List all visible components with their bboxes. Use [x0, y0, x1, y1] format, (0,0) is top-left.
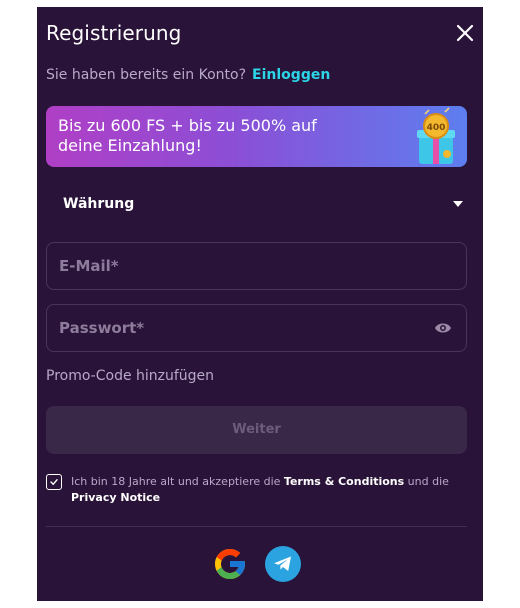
chevron-down-icon [453, 201, 463, 207]
password-field-wrapper [46, 304, 467, 352]
password-input[interactable] [59, 305, 419, 351]
divider [46, 526, 467, 527]
terms-text-middle: und die [404, 475, 449, 488]
terms-row: Ich bin 18 Jahre alt und akzeptiere die … [46, 474, 467, 510]
login-prompt-text: Sie haben bereits ein Konto? [46, 67, 247, 83]
banner-line-2: deine Einzahlung! [58, 136, 202, 155]
email-input[interactable] [59, 243, 419, 289]
eye-icon[interactable] [434, 320, 452, 336]
banner-line-1: Bis zu 600 FS + bis zu 500% auf [58, 116, 317, 135]
banner-text: Bis zu 600 FS + bis zu 500% auf deine Ei… [58, 116, 358, 156]
close-icon[interactable] [456, 24, 474, 42]
checkmark-icon [50, 479, 58, 486]
terms-link[interactable]: Terms & Conditions [284, 475, 404, 488]
terms-text-before: Ich bin 18 Jahre alt und akzeptiere die [71, 475, 284, 488]
google-icon[interactable] [212, 546, 248, 582]
login-prompt-row: Sie haben bereits ein Konto? Einloggen [46, 67, 330, 83]
privacy-link[interactable]: Privacy Notice [71, 491, 160, 504]
promo-code-link[interactable]: Promo-Code hinzufügen [46, 368, 214, 384]
telegram-icon[interactable] [265, 546, 301, 582]
gift-badge-text: 400 [427, 123, 446, 133]
modal-title: Registrierung [46, 21, 182, 45]
currency-select[interactable]: Währung [46, 187, 467, 221]
currency-label: Währung [63, 196, 135, 212]
login-link[interactable]: Einloggen [252, 67, 330, 83]
bonus-banner[interactable]: Bis zu 600 FS + bis zu 500% auf deine Ei… [46, 106, 467, 167]
terms-checkbox[interactable] [46, 474, 62, 490]
gift-icon: 400 [411, 106, 461, 167]
submit-button[interactable]: Weiter [46, 406, 467, 454]
email-field-wrapper [46, 242, 467, 290]
registration-modal: Registrierung Sie haben bereits ein Kont… [37, 7, 483, 601]
terms-text: Ich bin 18 Jahre alt und akzeptiere die … [71, 474, 461, 506]
